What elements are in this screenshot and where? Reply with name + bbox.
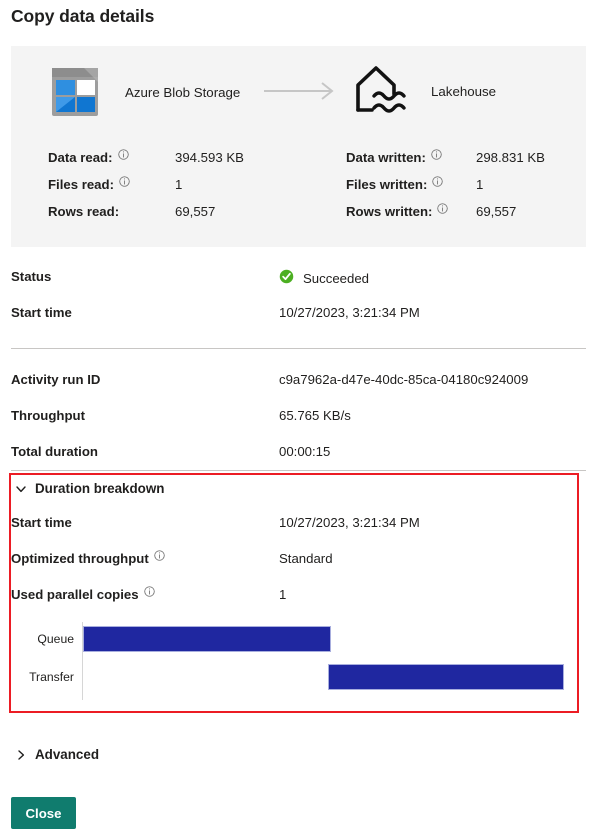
metric-row: Files written: 1 bbox=[346, 175, 545, 204]
metric-label-text: Data written: bbox=[346, 150, 426, 165]
metric-row: Rows written: 69,557 bbox=[346, 202, 545, 231]
duration-gantt-chart: Queue Transfer bbox=[14, 620, 564, 702]
used-parallel-copies-label-text: Used parallel copies bbox=[11, 587, 139, 602]
divider bbox=[11, 348, 586, 349]
metric-label-text: Data read: bbox=[48, 150, 113, 165]
gantt-label-queue: Queue bbox=[37, 632, 74, 646]
gantt-row-queue: Queue bbox=[14, 620, 564, 658]
info-icon[interactable] bbox=[143, 585, 155, 597]
gantt-label-transfer: Transfer bbox=[29, 670, 74, 684]
metric-label: Data written: bbox=[346, 148, 476, 165]
info-icon[interactable] bbox=[154, 549, 165, 561]
breakdown-start-time-row: Start time 10/27/2023, 3:21:34 PM bbox=[11, 515, 586, 537]
activity-run-id-value: c9a7962a-d47e-40dc-85ca-04180c924009 bbox=[279, 372, 529, 387]
optimized-throughput-row: Optimized throughput Standard bbox=[11, 549, 586, 573]
info-icon[interactable] bbox=[432, 175, 444, 187]
metric-label-text: Rows read: bbox=[48, 204, 120, 219]
destination-endpoint: Lakehouse bbox=[350, 62, 496, 120]
metric-row: Rows read: 69,557 bbox=[48, 204, 244, 231]
used-parallel-copies-value: 1 bbox=[279, 587, 287, 602]
info-icon[interactable] bbox=[437, 202, 449, 214]
status-badge: Succeeded bbox=[279, 269, 369, 287]
success-check-icon bbox=[279, 269, 294, 287]
gantt-bar-queue[interactable] bbox=[83, 626, 331, 652]
used-parallel-copies-label: Used parallel copies bbox=[11, 585, 155, 602]
start-time-value: 10/27/2023, 3:21:34 PM bbox=[279, 305, 420, 320]
activity-run-id-label: Activity run ID bbox=[11, 372, 101, 387]
throughput-row: Throughput 65.765 KB/s bbox=[11, 408, 586, 430]
destination-endpoint-label: Lakehouse bbox=[431, 83, 497, 99]
gantt-row-transfer: Transfer bbox=[14, 658, 564, 696]
activity-run-id-row: Activity run ID c9a7962a-d47e-40dc-85ca-… bbox=[11, 372, 586, 394]
total-duration-value: 00:00:15 bbox=[279, 444, 331, 459]
advanced-toggle[interactable]: Advanced bbox=[14, 747, 99, 762]
metric-label: Rows written: bbox=[346, 202, 476, 219]
start-time-label: Start time bbox=[11, 305, 72, 320]
metric-label-text: Rows written: bbox=[346, 204, 433, 219]
total-duration-row: Total duration 00:00:15 bbox=[11, 444, 586, 466]
metric-label: Files written: bbox=[346, 175, 476, 192]
metric-value: 1 bbox=[476, 177, 484, 192]
copy-data-details-dialog: Copy data details Azure Blob Storage Lak… bbox=[0, 0, 598, 836]
metric-label: Data read: bbox=[48, 148, 175, 165]
source-endpoint: Azure Blob Storage bbox=[44, 62, 240, 122]
info-icon[interactable] bbox=[431, 148, 442, 160]
optimized-throughput-label: Optimized throughput bbox=[11, 549, 165, 566]
metric-value: 69,557 bbox=[175, 204, 216, 219]
throughput-value: 65.765 KB/s bbox=[279, 408, 351, 423]
metric-value: 298.831 KB bbox=[476, 150, 545, 165]
chevron-down-icon bbox=[14, 482, 28, 496]
azure-blob-storage-icon bbox=[44, 62, 106, 122]
close-button[interactable]: Close bbox=[11, 797, 76, 829]
info-icon[interactable] bbox=[117, 148, 129, 160]
arrow-right-icon bbox=[263, 81, 338, 101]
metric-label: Files read: bbox=[48, 175, 175, 192]
lakehouse-icon bbox=[350, 62, 414, 120]
chevron-right-icon bbox=[14, 748, 28, 762]
start-time-row: Start time 10/27/2023, 3:21:34 PM bbox=[11, 305, 586, 327]
used-parallel-copies-row: Used parallel copies 1 bbox=[11, 585, 586, 609]
destination-metrics: Data written: 298.831 KB Files written: … bbox=[346, 148, 545, 231]
breakdown-start-time-label: Start time bbox=[11, 515, 72, 530]
status-label: Status bbox=[11, 269, 52, 284]
gantt-bar-transfer[interactable] bbox=[328, 664, 564, 690]
metric-row: Data written: 298.831 KB bbox=[346, 148, 545, 177]
optimized-throughput-value: Standard bbox=[279, 551, 333, 566]
duration-breakdown-toggle[interactable]: Duration breakdown bbox=[14, 481, 164, 496]
metric-value: 69,557 bbox=[476, 204, 517, 219]
metric-row: Files read: 1 bbox=[48, 175, 244, 204]
advanced-label: Advanced bbox=[35, 747, 99, 762]
source-metrics: Data read: 394.593 KB Files read: 1 Rows… bbox=[48, 148, 244, 231]
breakdown-start-time-value: 10/27/2023, 3:21:34 PM bbox=[279, 515, 420, 530]
divider bbox=[11, 470, 586, 471]
metric-value: 394.593 KB bbox=[175, 150, 244, 165]
source-endpoint-label: Azure Blob Storage bbox=[125, 84, 241, 100]
metric-label-text: Files written: bbox=[346, 177, 428, 192]
metric-label-text: Files read: bbox=[48, 177, 114, 192]
page-title: Copy data details bbox=[11, 6, 155, 26]
throughput-label: Throughput bbox=[11, 408, 85, 423]
optimized-throughput-label-text: Optimized throughput bbox=[11, 551, 149, 566]
metric-label: Rows read: bbox=[48, 204, 175, 219]
status-row: Status Succeeded bbox=[11, 269, 586, 291]
metric-row: Data read: 394.593 KB bbox=[48, 148, 244, 177]
metric-value: 1 bbox=[175, 177, 183, 192]
info-icon[interactable] bbox=[119, 175, 130, 187]
status-text: Succeeded bbox=[303, 270, 369, 286]
duration-breakdown-label: Duration breakdown bbox=[35, 481, 165, 496]
total-duration-label: Total duration bbox=[11, 444, 98, 459]
